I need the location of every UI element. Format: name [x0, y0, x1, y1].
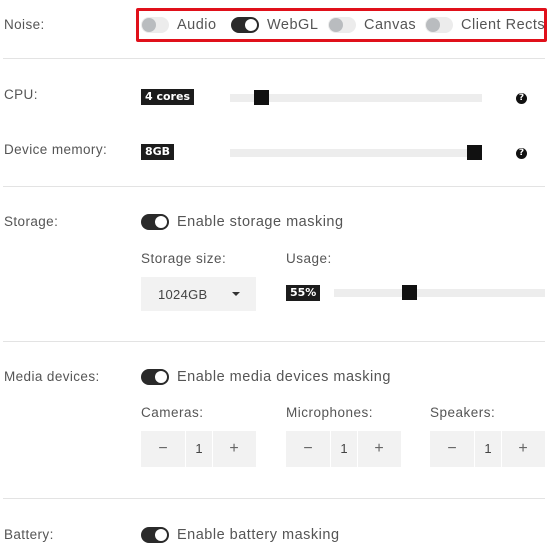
device-memory-value-badge: 8GB [141, 144, 175, 160]
cameras-increment-button[interactable]: + [212, 431, 256, 467]
battery-masking-toggle[interactable] [141, 527, 169, 543]
client-rects-noise-label: Client Rects [461, 17, 546, 33]
storage-size-value: 1024GB [158, 287, 208, 302]
device-memory-label: Device memory: [4, 142, 108, 157]
noise-label: Noise: [4, 17, 45, 32]
divider [3, 498, 545, 499]
caret-down-icon [232, 292, 240, 296]
divider [3, 341, 545, 342]
microphones-stepper: − 1 + [286, 431, 401, 467]
usage-slider-thumb[interactable] [402, 285, 418, 300]
speakers-increment-button[interactable]: + [501, 431, 545, 467]
usage-slider-track[interactable] [334, 289, 545, 297]
cpu-slider-thumb[interactable] [254, 90, 270, 105]
cameras-stepper: − 1 + [141, 431, 256, 467]
speakers-label: Speakers: [430, 405, 496, 420]
storage-masking-toggle[interactable] [141, 214, 169, 230]
battery-masking-label: Enable battery masking [177, 527, 340, 543]
device-memory-help-icon[interactable]: ? [516, 148, 527, 159]
media-devices-label: Media devices: [4, 369, 100, 384]
speakers-stepper: − 1 + [430, 431, 545, 467]
microphones-increment-button[interactable]: + [357, 431, 401, 467]
storage-size-select[interactable]: 1024GB [141, 277, 256, 311]
device-memory-slider-track[interactable] [230, 149, 482, 157]
device-memory-slider-thumb[interactable] [467, 145, 482, 160]
toggle-knob [329, 18, 343, 32]
canvas-noise-toggle[interactable] [328, 17, 356, 33]
divider [3, 58, 545, 59]
cpu-help-icon[interactable]: ? [516, 93, 527, 104]
audio-noise-toggle[interactable] [141, 17, 169, 33]
microphones-label: Microphones: [286, 405, 374, 420]
cameras-label: Cameras: [141, 405, 204, 420]
webgl-noise-toggle[interactable] [231, 17, 259, 33]
usage-label: Usage: [286, 251, 332, 266]
microphones-decrement-button[interactable]: − [286, 431, 330, 467]
audio-noise-label: Audio [177, 17, 217, 33]
toggle-knob [142, 18, 156, 32]
media-devices-masking-label: Enable media devices masking [177, 369, 391, 385]
storage-size-label: Storage size: [141, 251, 227, 266]
storage-masking-label: Enable storage masking [177, 214, 344, 230]
speakers-decrement-button[interactable]: − [430, 431, 474, 467]
microphones-value[interactable]: 1 [331, 431, 357, 467]
toggle-knob [426, 18, 440, 32]
client-rects-noise-toggle[interactable] [425, 17, 453, 33]
toggle-knob [155, 529, 167, 541]
toggle-knob [155, 371, 167, 383]
cpu-value-badge: 4 cores [141, 89, 194, 105]
cameras-decrement-button[interactable]: − [141, 431, 185, 467]
cpu-label: CPU: [4, 87, 38, 102]
webgl-noise-label: WebGL [267, 17, 319, 33]
speakers-value[interactable]: 1 [475, 431, 501, 467]
toggle-knob [155, 216, 167, 228]
divider [3, 186, 545, 187]
canvas-noise-label: Canvas [364, 17, 417, 33]
cameras-value[interactable]: 1 [186, 431, 212, 467]
media-devices-masking-toggle[interactable] [141, 369, 169, 385]
battery-label: Battery: [4, 527, 54, 542]
toggle-knob [245, 19, 257, 31]
storage-label: Storage: [4, 214, 59, 229]
usage-value-badge: 55% [286, 285, 321, 301]
